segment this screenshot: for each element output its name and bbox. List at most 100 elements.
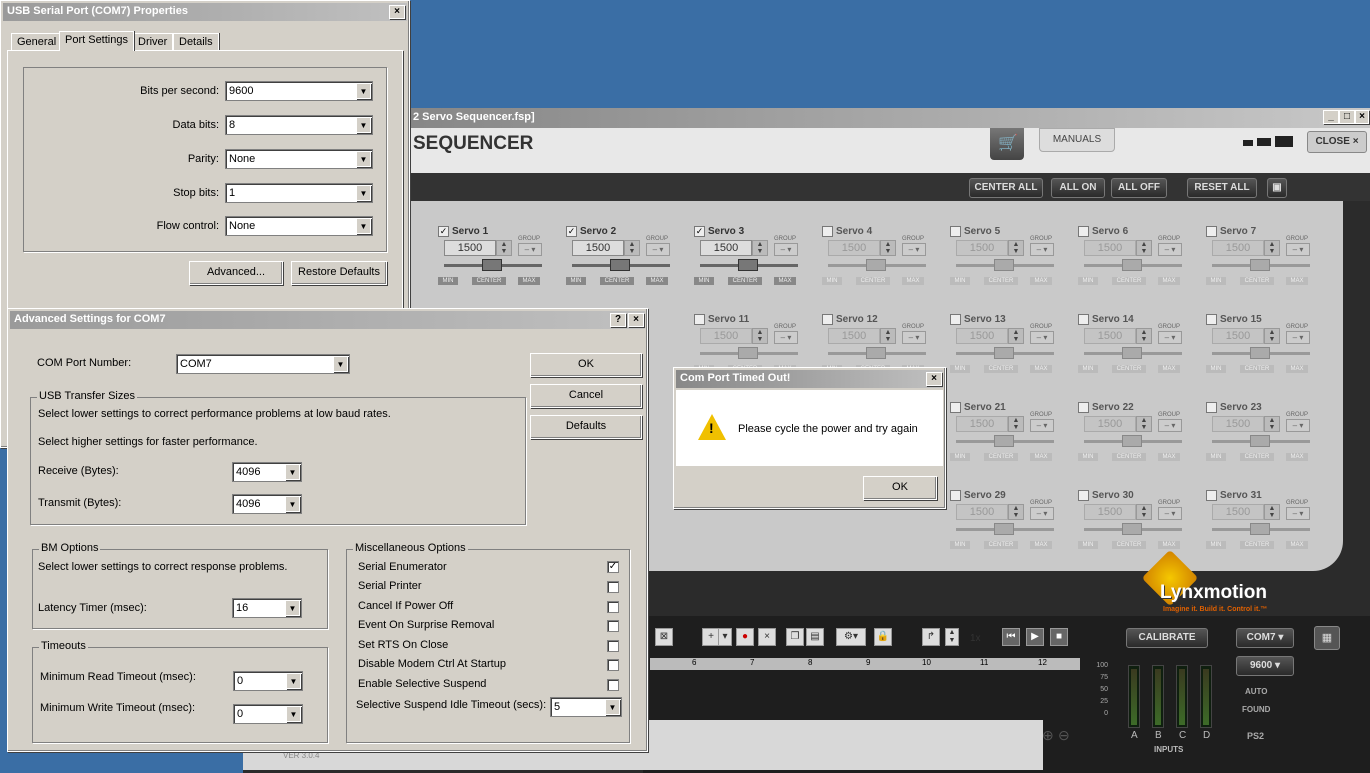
servo-29-max[interactable]: MAX [1030,541,1052,549]
chevron-down-icon[interactable]: ▼ [285,496,300,512]
servo-22-slider-knob[interactable] [1122,435,1142,447]
servo-14-center[interactable]: CENTER [1112,365,1146,373]
servo-2-value[interactable]: 1500 [572,240,624,256]
servo-14-min[interactable]: MIN [1078,365,1098,373]
servo-30-max[interactable]: MAX [1158,541,1180,549]
servo-22-max[interactable]: MAX [1158,453,1180,461]
zoom-in-icon[interactable]: ⊕ [1042,727,1054,744]
servo-29-spinner[interactable]: ▲ ▼ [1008,504,1024,520]
servo-15-spinner[interactable]: ▲ ▼ [1264,328,1280,344]
servo-23-center[interactable]: CENTER [1240,453,1274,461]
servo-15-max[interactable]: MAX [1286,365,1308,373]
servo-12-value[interactable]: 1500 [828,328,880,344]
servo-1-value[interactable]: 1500 [444,240,496,256]
servo-12-spinner[interactable]: ▲ ▼ [880,328,896,344]
servo-6-min[interactable]: MIN [1078,277,1098,285]
servo-7-slider-knob[interactable] [1250,259,1270,271]
servo-5-center[interactable]: CENTER [984,277,1018,285]
servo-29[interactable]: Servo 29 1500 ▲ ▼ GROUP – ▾ MIN CENTER MA… [950,490,1070,562]
servo-2[interactable]: ✓ Servo 2 1500 ▲ ▼ GROUP – ▾ MIN CENTER M… [566,226,686,298]
delete-step-icon[interactable]: ⊠ [655,628,673,646]
servo-5-max[interactable]: MAX [1030,277,1052,285]
chevron-down-icon[interactable]: ▼ [356,117,371,133]
servo-4-group-select[interactable]: – ▾ [902,243,926,256]
baud-select[interactable]: 9600 ▾ [1236,656,1294,676]
servo-31-slider-knob[interactable] [1250,523,1270,535]
servo-15-value[interactable]: 1500 [1212,328,1264,344]
servo-14[interactable]: Servo 14 1500 ▲ ▼ GROUP – ▾ MIN CENTER MA… [1078,314,1198,386]
all-on-button[interactable]: ALL ON [1051,178,1105,198]
settings-gear-icon[interactable]: ⚙▾ [836,628,866,646]
timeout-dialog-ok-button[interactable]: OK [863,476,937,500]
stop-icon[interactable]: ■ [1050,628,1068,646]
servo-30-checkbox[interactable] [1078,490,1089,501]
servo-4-min[interactable]: MIN [822,277,842,285]
servo-3-value[interactable]: 1500 [700,240,752,256]
servo-1-max[interactable]: MAX [518,277,540,285]
servo-30-slider-knob[interactable] [1122,523,1142,535]
chevron-down-icon[interactable]: ▼ [286,706,301,722]
restore-defaults-button[interactable]: Restore Defaults [291,261,387,285]
servo-31[interactable]: Servo 31 1500 ▲ ▼ GROUP – ▾ MIN CENTER MA… [1206,490,1326,562]
servo-4-checkbox[interactable] [822,226,833,237]
receive-select[interactable]: 4096 ▼ [232,462,302,482]
servo-13-checkbox[interactable] [950,314,961,325]
servo-2-group-select[interactable]: – ▾ [646,243,670,256]
servo-11-spinner[interactable]: ▲ ▼ [752,328,768,344]
servo-6-spinner[interactable]: ▲ ▼ [1136,240,1152,256]
servo-14-max[interactable]: MAX [1158,365,1180,373]
servo-29-value[interactable]: 1500 [956,504,1008,520]
servo-15-min[interactable]: MIN [1206,365,1226,373]
servo-1-group-select[interactable]: – ▾ [518,243,542,256]
serial-printer-checkbox[interactable] [607,581,619,593]
com-port-select[interactable]: COM7 ▾ [1236,628,1294,648]
servo-29-checkbox[interactable] [950,490,961,501]
servo-15-group-select[interactable]: – ▾ [1286,331,1310,344]
servo-4[interactable]: Servo 4 1500 ▲ ▼ GROUP – ▾ MIN CENTER MAX [822,226,942,298]
servo-23-group-select[interactable]: – ▾ [1286,419,1310,432]
servo-31-center[interactable]: CENTER [1240,541,1274,549]
servo-3-slider-knob[interactable] [738,259,758,271]
servo-12-checkbox[interactable] [822,314,833,325]
servo-3-max[interactable]: MAX [774,277,796,285]
servo-6-slider-knob[interactable] [1122,259,1142,271]
servo-30[interactable]: Servo 30 1500 ▲ ▼ GROUP – ▾ MIN CENTER MA… [1078,490,1198,562]
chevron-down-icon[interactable]: ▼ [356,83,371,99]
servo-21-slider-knob[interactable] [994,435,1014,447]
suspend-idle-timeout-select[interactable]: 5 ▼ [550,697,622,717]
servo-14-checkbox[interactable] [1078,314,1089,325]
rewind-icon[interactable]: ⏮ [1002,628,1020,646]
servo-1-checkbox[interactable]: ✓ [438,226,449,237]
servo-21-checkbox[interactable] [950,402,961,413]
port-properties-close-button[interactable]: × [389,5,405,19]
servo-3-spinner[interactable]: ▲ ▼ [752,240,768,256]
servo-23-checkbox[interactable] [1206,402,1217,413]
port-properties-titlebar[interactable]: USB Serial Port (COM7) Properties [3,3,407,21]
servo-13-center[interactable]: CENTER [984,365,1018,373]
servo-7-max[interactable]: MAX [1286,277,1308,285]
servo-14-spinner[interactable]: ▲ ▼ [1136,328,1152,344]
servo-13-value[interactable]: 1500 [956,328,1008,344]
cancel-button[interactable]: Cancel [530,384,642,408]
servo-13-spinner[interactable]: ▲ ▼ [1008,328,1024,344]
servo-31-max[interactable]: MAX [1286,541,1308,549]
servo-7-checkbox[interactable] [1206,226,1217,237]
servo-31-spinner[interactable]: ▲ ▼ [1264,504,1280,520]
servo-30-spinner[interactable]: ▲ ▼ [1136,504,1152,520]
servo-6-checkbox[interactable] [1078,226,1089,237]
servo-14-slider-knob[interactable] [1122,347,1142,359]
servo-3[interactable]: ✓ Servo 3 1500 ▲ ▼ GROUP – ▾ MIN CENTER M… [694,226,814,298]
servo-6-max[interactable]: MAX [1158,277,1180,285]
servo-4-slider-knob[interactable] [866,259,886,271]
advanced-close-button[interactable]: × [628,313,644,327]
surprise-removal-checkbox[interactable] [607,620,619,632]
servo-3-min[interactable]: MIN [694,277,714,285]
servo-4-spinner[interactable]: ▲ ▼ [880,240,896,256]
ok-button[interactable]: OK [530,353,642,377]
tab-port-settings[interactable]: Port Settings [59,31,134,51]
set-rts-on-close-checkbox[interactable] [607,640,619,652]
servo-7-min[interactable]: MIN [1206,277,1226,285]
play-icon[interactable]: ▶ [1026,628,1044,646]
chevron-down-icon[interactable]: ▼ [285,600,300,616]
servo-12-group-select[interactable]: – ▾ [902,331,926,344]
